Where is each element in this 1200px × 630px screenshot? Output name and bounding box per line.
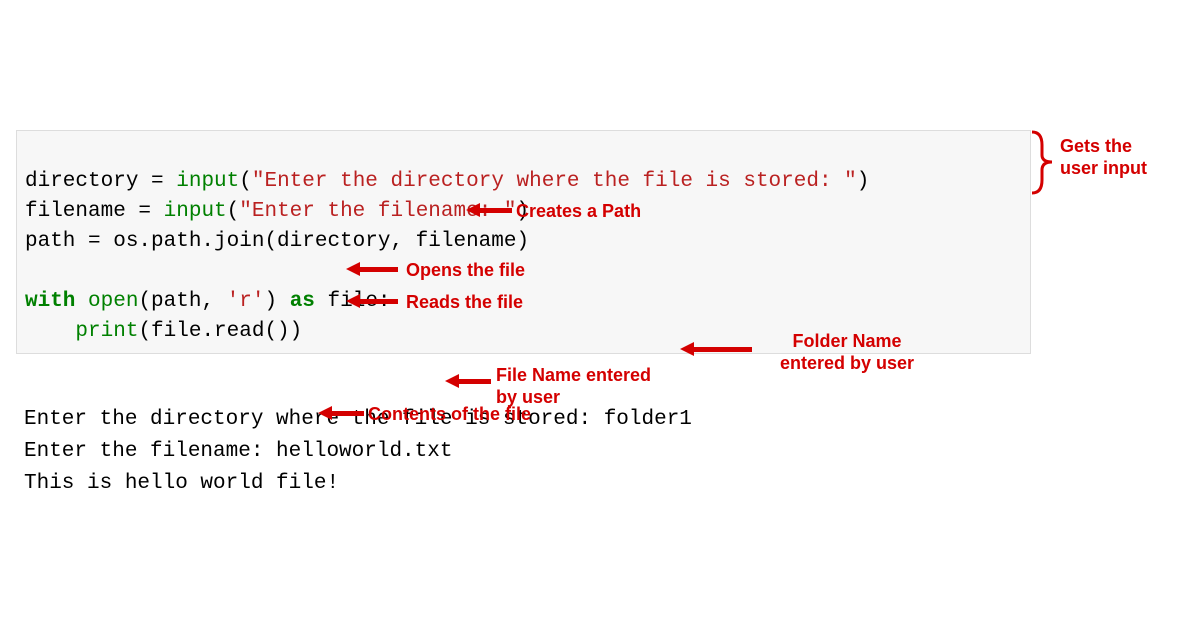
annotation-reads-file: Reads the file [406,291,523,313]
arrow-line [330,411,364,416]
annotation-folder-name: Folder Name entered by user [780,330,914,374]
arrow-line [692,347,752,352]
code-fn: open [88,290,138,313]
code-text: (file.read()) [138,320,302,343]
code-text: = [138,200,163,223]
code-text: ) [264,290,289,313]
code-text: (path, [138,290,226,313]
annotation-creates-path: Creates a Path [516,200,641,222]
code-fn: input [176,170,239,193]
annotation-contents: Contents of the file [368,403,531,425]
code-text: = [151,170,176,193]
annotation-gets-input: Gets the user input [1060,135,1147,179]
arrow-line [358,299,398,304]
output-line: Enter the filename: helloworld.txt [24,440,452,463]
code-block: directory = input("Enter the directory w… [16,130,1031,354]
code-keyword: as [290,290,315,313]
code-text: ( [227,200,240,223]
code-text: directory [25,170,151,193]
code-fn: input [164,200,227,223]
code-text: path = os.path.join(directory, filename) [25,230,529,253]
code-text [75,290,88,313]
code-string: 'r' [227,290,265,313]
code-text: ) [857,170,870,193]
code-fn: print [75,320,138,343]
code-text: ( [239,170,252,193]
annotation-opens-file: Opens the file [406,259,525,281]
brace-icon [1030,130,1055,195]
code-keyword: with [25,290,75,313]
code-string: "Enter the directory where the file is s… [252,170,857,193]
annotation-file-name: File Name entered by user [496,364,651,408]
code-text [25,320,75,343]
arrow-line [478,208,512,213]
arrow-line [457,379,491,384]
arrow-line [358,267,398,272]
code-text: filename [25,200,138,223]
output-line: This is hello world file! [24,472,339,495]
